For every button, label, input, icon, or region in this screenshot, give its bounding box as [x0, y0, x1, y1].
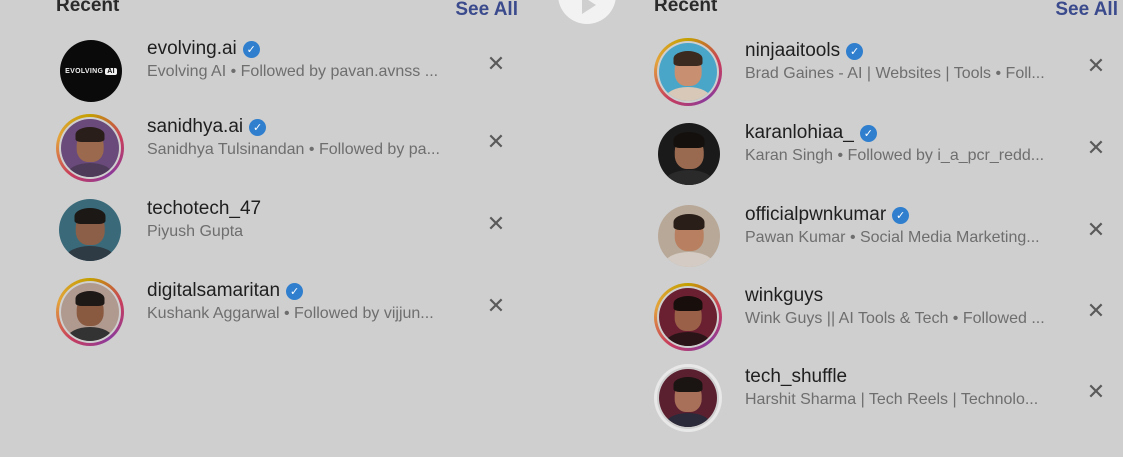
avatar — [56, 114, 124, 182]
close-icon[interactable]: ✕ — [1086, 53, 1106, 78]
recent-item[interactable]: karanlohiaa_ ✓ Karan Singh • Followed by … — [654, 120, 1118, 194]
see-all-link[interactable]: See All — [1055, 0, 1118, 21]
subtitle: Evolving AI • Followed by pavan.avnss ..… — [147, 63, 439, 80]
play-button[interactable] — [558, 0, 616, 24]
username: sanidhya.ai ✓ — [147, 116, 468, 138]
play-icon — [582, 0, 596, 14]
section-title: Recent — [56, 0, 120, 16]
section-title: Recent — [654, 0, 718, 16]
subtitle: Harshit Sharma | Tech Reels | Technolo..… — [745, 391, 1039, 408]
close-icon[interactable]: ✕ — [1086, 298, 1106, 323]
close-icon[interactable]: ✕ — [486, 51, 506, 76]
recent-item[interactable]: officialpwnkumar ✓ Pawan Kumar • Social M… — [654, 202, 1118, 276]
recent-header: Recent See All — [654, 0, 1118, 24]
avatar — [654, 283, 722, 351]
username: evolving.ai ✓ — [147, 38, 468, 60]
recent-item[interactable]: tech_shuffle Harshit Sharma | Tech Reels… — [654, 364, 1118, 438]
close-icon[interactable]: ✕ — [1086, 379, 1106, 404]
avatar — [56, 196, 124, 264]
verified-badge-icon: ✓ — [242, 40, 260, 58]
subtitle: Brad Gaines - AI | Websites | Tools • Fo… — [745, 65, 1045, 82]
avatar — [654, 202, 722, 270]
subtitle: Wink Guys || AI Tools & Tech • Followed … — [745, 310, 1045, 327]
recent-panel-right: Recent See All ninjaaitools ✓ Brad Gaines… — [654, 0, 1118, 432]
recent-item[interactable]: techotech_47 Piyush Gupta ✕ — [56, 196, 518, 270]
avatar — [654, 364, 722, 432]
recent-item[interactable]: EVOLVING AI evolving.ai ✓ Evolving AI • Fo… — [56, 36, 518, 110]
avatar — [56, 278, 124, 346]
close-icon[interactable]: ✕ — [486, 211, 506, 236]
recent-panel-left: Recent See All EVOLVING AI evolving.ai ✓ E… — [56, 0, 518, 346]
username: karanlohiaa_ ✓ — [745, 122, 1068, 144]
verified-badge-icon: ✓ — [892, 206, 910, 224]
subtitle: Piyush Gupta — [147, 223, 244, 240]
close-icon[interactable]: ✕ — [1086, 135, 1106, 160]
close-icon[interactable]: ✕ — [486, 129, 506, 154]
recent-header: Recent See All — [56, 0, 518, 24]
recent-item[interactable]: sanidhya.ai ✓ Sanidhya Tulsinandan • Foll… — [56, 114, 518, 188]
username: techotech_47 — [147, 198, 262, 219]
username: officialpwnkumar ✓ — [745, 204, 1068, 226]
recent-item[interactable]: ninjaaitools ✓ Brad Gaines - AI | Website… — [654, 38, 1118, 112]
verified-badge-icon: ✓ — [286, 282, 304, 300]
close-icon[interactable]: ✕ — [1086, 217, 1106, 242]
recent-item[interactable]: winkguys Wink Guys || AI Tools & Tech • … — [654, 283, 1118, 357]
verified-badge-icon: ✓ — [249, 118, 267, 136]
username: winkguys — [745, 285, 824, 306]
subtitle: Karan Singh • Followed by i_a_pcr_redd..… — [745, 147, 1045, 164]
subtitle: Kushank Aggarwal • Followed by vijjun... — [147, 305, 434, 322]
close-icon[interactable]: ✕ — [486, 293, 506, 318]
verified-badge-icon: ✓ — [846, 42, 864, 60]
username: ninjaaitools ✓ — [745, 40, 1068, 62]
verified-badge-icon: ✓ — [859, 124, 877, 142]
see-all-link[interactable]: See All — [455, 0, 518, 21]
avatar: EVOLVING AI — [56, 36, 124, 104]
username: tech_shuffle — [745, 366, 848, 387]
username: digitalsamaritan ✓ — [147, 280, 468, 302]
recent-item[interactable]: digitalsamaritan ✓ Kushank Aggarwal • Fol… — [56, 278, 518, 352]
subtitle: Pawan Kumar • Social Media Marketing... — [745, 229, 1040, 246]
subtitle: Sanidhya Tulsinandan • Followed by pa... — [147, 141, 440, 158]
avatar — [654, 120, 722, 188]
avatar — [654, 38, 722, 106]
